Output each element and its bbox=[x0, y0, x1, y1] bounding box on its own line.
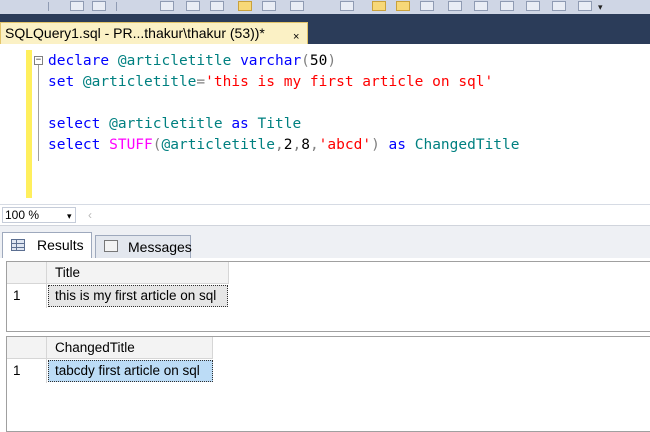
code-token: 'this is my first article on sql' bbox=[205, 74, 494, 90]
code-token: @articletitle bbox=[117, 53, 241, 69]
code-token: ) bbox=[327, 53, 337, 69]
messages-icon bbox=[104, 240, 118, 252]
code-token: declare bbox=[48, 53, 118, 69]
code-token: @articletitle bbox=[161, 137, 276, 153]
results-pane: Title 1 this is my first article on sql … bbox=[0, 258, 650, 432]
code-token: , bbox=[309, 137, 319, 153]
toolbar-button[interactable] bbox=[500, 1, 514, 11]
toolbar-separator bbox=[116, 2, 117, 11]
row-number[interactable]: 1 bbox=[7, 359, 47, 383]
toolbar-dropdown-arrow-icon[interactable]: ▾ bbox=[598, 2, 603, 12]
code-token: as bbox=[231, 116, 258, 132]
scroll-left-icon[interactable]: ‹ bbox=[88, 208, 92, 222]
code-token: 'abcd' bbox=[318, 137, 372, 153]
result-grid-1[interactable]: Title 1 this is my first article on sql bbox=[6, 261, 650, 332]
code-line[interactable]: set @articletitle='this is my first arti… bbox=[48, 72, 520, 93]
toolbar-button[interactable] bbox=[474, 1, 488, 11]
outline-guide bbox=[38, 65, 39, 161]
code-token: @articletitle bbox=[82, 74, 197, 90]
code-line[interactable]: select @articletitle as Title bbox=[48, 114, 520, 135]
toolbar-button[interactable] bbox=[420, 1, 434, 11]
grid-icon bbox=[11, 239, 25, 251]
results-tab-bar: Results Messages bbox=[0, 226, 650, 259]
code-token: select bbox=[48, 116, 110, 132]
column-header[interactable]: Title bbox=[47, 262, 229, 284]
zoom-value: 100 % bbox=[5, 208, 40, 222]
grid-corner[interactable] bbox=[7, 337, 47, 359]
code-token: set bbox=[48, 74, 83, 90]
toolbar-button[interactable] bbox=[186, 1, 200, 11]
code-line[interactable] bbox=[48, 93, 520, 114]
code-token: @articletitle bbox=[109, 116, 232, 132]
document-tab-title: SQLQuery1.sql - PR...thakur\thakur (53))… bbox=[5, 25, 265, 41]
tab-messages-label: Messages bbox=[128, 239, 192, 255]
code-token: ( bbox=[301, 53, 310, 69]
code-token: varchar bbox=[240, 53, 302, 69]
row-number[interactable]: 1 bbox=[7, 284, 47, 308]
grid-cell-selected[interactable]: tabcdy first article on sql bbox=[48, 360, 213, 382]
toolbar-button-active[interactable] bbox=[372, 1, 386, 11]
chevron-down-icon[interactable]: ▾ bbox=[67, 209, 72, 223]
tab-messages[interactable]: Messages bbox=[95, 235, 192, 258]
document-tab[interactable]: SQLQuery1.sql - PR...thakur\thakur (53))… bbox=[0, 22, 308, 44]
toolbar-button[interactable] bbox=[526, 1, 540, 11]
code-token: 50 bbox=[309, 53, 328, 69]
code-token: as bbox=[388, 137, 415, 153]
toolbar-button[interactable] bbox=[160, 1, 174, 11]
toolbar-button[interactable] bbox=[448, 1, 462, 11]
toolbar-button-active[interactable] bbox=[238, 1, 252, 11]
toolbar-separator bbox=[48, 2, 49, 11]
main-toolbar: ▾ bbox=[0, 0, 650, 15]
code-token: , bbox=[275, 137, 284, 153]
toolbar-button[interactable] bbox=[70, 1, 84, 11]
code-token: ) bbox=[371, 137, 389, 153]
column-header[interactable]: ChangedTitle bbox=[47, 337, 213, 359]
toolbar-button-active[interactable] bbox=[396, 1, 410, 11]
toolbar-button[interactable] bbox=[262, 1, 276, 11]
tab-results-label: Results bbox=[37, 237, 84, 253]
toolbar-button[interactable] bbox=[290, 1, 304, 11]
code-token: = bbox=[196, 74, 206, 90]
code-token: Title bbox=[257, 116, 302, 132]
code-line[interactable]: select STUFF(@articletitle,2,8,'abcd') a… bbox=[48, 135, 520, 156]
grid-corner[interactable] bbox=[7, 262, 47, 284]
code-token: ( bbox=[152, 137, 162, 153]
code-token: STUFF bbox=[109, 137, 153, 153]
result-grid-2[interactable]: ChangedTitle 1 tabcdy first article on s… bbox=[6, 336, 650, 432]
zoom-select[interactable]: 100 % ▾ bbox=[2, 207, 76, 223]
code-token: ChangedTitle bbox=[414, 137, 520, 153]
toolbar-button[interactable] bbox=[552, 1, 566, 11]
zoom-bar: 100 % ▾ ‹ bbox=[0, 205, 650, 226]
collapse-icon[interactable]: − bbox=[34, 56, 43, 65]
document-tab-bar: SQLQuery1.sql - PR...thakur\thakur (53))… bbox=[0, 14, 650, 44]
toolbar-button[interactable] bbox=[210, 1, 224, 11]
code-token: , bbox=[292, 137, 302, 153]
code-text[interactable]: declare @articletitle varchar(50) set @ar… bbox=[48, 51, 520, 156]
grid-cell[interactable]: this is my first article on sql bbox=[48, 285, 228, 307]
change-tracking-margin bbox=[26, 50, 32, 198]
toolbar-button[interactable] bbox=[578, 1, 592, 11]
code-token: 8 bbox=[301, 137, 310, 153]
toolbar-button[interactable] bbox=[92, 1, 106, 11]
toolbar-button[interactable] bbox=[340, 1, 354, 11]
query-editor[interactable]: − declare @articletitle varchar(50) set @… bbox=[0, 44, 650, 205]
code-token: select bbox=[48, 137, 110, 153]
tab-results[interactable]: Results bbox=[2, 232, 92, 259]
code-line[interactable]: declare @articletitle varchar(50) bbox=[48, 51, 520, 72]
